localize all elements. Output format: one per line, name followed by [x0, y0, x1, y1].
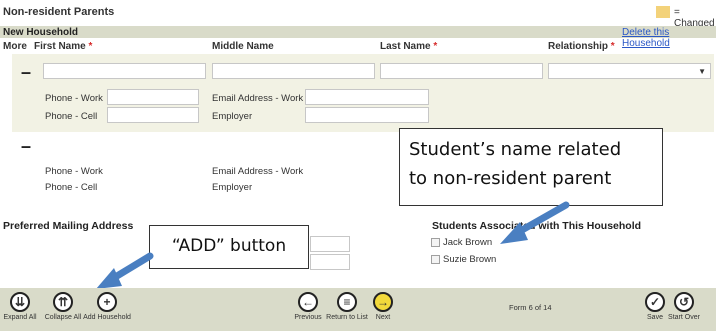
annotation-arrows	[96, 201, 570, 289]
return-to-list-button[interactable]: ≡ Return to List	[324, 292, 370, 321]
save-label: Save	[647, 314, 663, 321]
list-icon: ≡	[337, 292, 357, 312]
start-over-button[interactable]: ↺ Start Over	[666, 292, 702, 321]
save-button[interactable]: ✓ Save	[641, 292, 669, 321]
expand-all-label: Expand All	[3, 314, 37, 321]
expand-all-button[interactable]: ⇊ Expand All	[0, 292, 40, 321]
plus-icon: +	[97, 292, 117, 312]
arrow-left-icon: ←	[298, 292, 318, 312]
start-over-label: Start Over	[668, 314, 700, 321]
add-household-label: Add Household	[83, 314, 131, 321]
arrow-to-students	[500, 201, 570, 244]
add-household-button[interactable]: + Add Household	[83, 292, 131, 321]
arrow-to-add-button	[96, 252, 154, 289]
next-label: Next	[375, 314, 391, 321]
arrow-right-icon: →	[373, 292, 393, 312]
previous-label: Previous	[294, 314, 322, 321]
checkmark-icon: ✓	[645, 292, 665, 312]
next-button[interactable]: → Next	[370, 292, 396, 321]
previous-button[interactable]: ← Previous	[290, 292, 326, 321]
expand-all-icon: ⇊	[10, 292, 30, 312]
form-position-indicator: Form 6 of 14	[509, 303, 552, 312]
collapse-all-button[interactable]: ⇈ Collapse All	[41, 292, 85, 321]
restart-icon: ↺	[674, 292, 694, 312]
collapse-all-label: Collapse All	[44, 314, 82, 321]
return-to-list-label: Return to List	[326, 314, 368, 321]
collapse-all-icon: ⇈	[53, 292, 73, 312]
